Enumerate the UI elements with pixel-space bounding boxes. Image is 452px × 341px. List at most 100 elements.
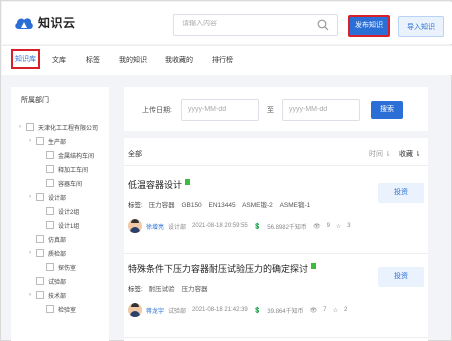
tree-node-label: 设计部 [48, 195, 67, 202]
checkbox[interactable] [36, 193, 44, 201]
tree-node-label: 释加工车间 [58, 167, 89, 174]
list-header: 全部 时间 ⇂ 收藏 ⇂ [124, 138, 428, 166]
checkbox[interactable] [36, 137, 44, 145]
search-button[interactable]: 搜索 [371, 101, 403, 119]
checkbox[interactable] [36, 277, 44, 285]
checkbox[interactable] [36, 249, 44, 257]
tree-node[interactable]: › 设计部 [27, 191, 66, 203]
upload-date-label: 上传日期: [142, 107, 172, 114]
import-knowledge-button[interactable]: 导入知识 [398, 16, 444, 37]
views-count: 7 [323, 307, 327, 313]
nav-item-knowledge-base[interactable]: 知识库 [11, 49, 40, 69]
all-filter[interactable]: 全部 [128, 149, 142, 159]
logo-text: 知识云 [38, 16, 76, 30]
tree-node[interactable]: 容器车间 [46, 177, 82, 189]
tag[interactable]: 压力容器 [149, 202, 175, 209]
publish-knowledge-button[interactable]: 发布知识 [348, 15, 390, 37]
list-item: 特殊条件下压力容器耐压试验压力的确定探讨 标签: 耐压试验 压力容器 蒋龙宇 试… [124, 256, 428, 338]
tree-node-label: 检验室 [58, 307, 77, 314]
tree-node[interactable]: › 生产部 [27, 135, 66, 147]
checkbox[interactable] [46, 263, 54, 271]
nav-item-ranking[interactable]: 排行榜 [212, 55, 233, 65]
tree-node[interactable]: › 技术部 [27, 289, 66, 301]
tag[interactable]: ASME锻-1 [280, 202, 311, 209]
tag[interactable]: GB150 [181, 202, 201, 209]
nav-item-tags[interactable]: 标签 [86, 55, 100, 65]
tree-node[interactable]: 设计2组 [46, 205, 79, 217]
tag[interactable]: 耐压试验 [149, 286, 175, 293]
checkbox[interactable] [46, 207, 54, 215]
sort-by-time[interactable]: 时间 ⇂ [369, 149, 391, 159]
department-title: 所属部门 [21, 97, 49, 104]
tree-node[interactable]: 释加工车间 [46, 163, 88, 175]
author-name[interactable]: 徐增亮 [146, 222, 164, 231]
knowledge-title[interactable]: 低温容器设计 [128, 180, 182, 190]
main-nav: 知识库 文库 标签 我的知识 我收藏的 排行榜 [2, 45, 452, 75]
eye-icon: 👁 [312, 223, 321, 230]
chevron-right-icon[interactable]: › [27, 138, 33, 144]
end-date-field[interactable] [282, 99, 360, 121]
checkbox[interactable] [26, 123, 34, 131]
author-name[interactable]: 蒋龙宇 [146, 306, 164, 315]
checkbox[interactable] [46, 179, 54, 187]
tree-node[interactable]: 探伤室 [46, 261, 76, 273]
chevron-right-icon[interactable]: › [27, 250, 33, 256]
tags-label: 标签: [128, 286, 143, 293]
checkbox[interactable] [46, 151, 54, 159]
tree-node[interactable]: 仿真部 [36, 233, 66, 245]
item-meta: 徐增亮 设计部 2021-08-18 20:59:55 💲 56.8982千知币 … [128, 219, 357, 233]
coin-icon: 💲 [253, 307, 262, 314]
checkbox[interactable] [36, 291, 44, 299]
eye-icon: 👁 [309, 307, 318, 314]
document-icon [311, 263, 317, 269]
star-icon: ☆ [332, 307, 338, 314]
tag[interactable]: ASME锻-2 [242, 202, 273, 209]
tree-node-label: 技术部 [48, 293, 67, 300]
favorites-count: 2 [343, 307, 348, 313]
download-button[interactable]: 投资 [378, 267, 424, 287]
search-input[interactable] [182, 20, 312, 27]
to-label: 至 [267, 107, 274, 114]
tree-node-label: 仿真部 [48, 237, 67, 244]
checkbox[interactable] [46, 221, 54, 229]
download-button[interactable]: 投资 [378, 183, 424, 203]
tag-list: 标签: 压力容器 GB150 EN13445 ASME锻-2 ASME锻-1 [128, 199, 315, 209]
tree-node-label: 生产部 [48, 139, 67, 146]
start-date-input[interactable] [188, 106, 254, 113]
datetime: 2021-08-18 20:59:55 [192, 223, 248, 229]
nav-item-my-knowledge[interactable]: 我的知识 [119, 55, 147, 65]
avatar [128, 303, 142, 317]
end-date-input[interactable] [289, 106, 355, 113]
search-box[interactable] [173, 14, 338, 36]
tag[interactable]: EN13445 [209, 202, 236, 209]
tree-node[interactable]: 设计1组 [46, 219, 79, 231]
checkbox[interactable] [46, 165, 54, 173]
knowledge-title[interactable]: 特殊条件下压力容器耐压试验压力的确定探讨 [128, 264, 308, 274]
start-date-field[interactable] [181, 99, 259, 121]
chevron-right-icon[interactable]: › [27, 194, 33, 200]
knowledge-title-link[interactable]: 低温容器设计 [128, 178, 191, 191]
nav-item-library[interactable]: 文库 [52, 55, 66, 65]
checkbox[interactable] [46, 305, 54, 313]
checkbox[interactable] [36, 235, 44, 243]
views-count: 9 [326, 223, 330, 229]
tree-node[interactable]: 试验部 [36, 275, 66, 287]
tree-node-label: 容器车间 [58, 181, 83, 188]
sort-by-favorite[interactable]: 收藏 ⇂ [399, 149, 421, 159]
tree-node[interactable]: › 天津化工工程有限公司 [17, 121, 98, 133]
department: 设计部 [168, 224, 187, 231]
tags-label: 标签: [128, 202, 143, 209]
tree-node-label: 试验部 [48, 279, 67, 286]
knowledge-title-link[interactable]: 特殊条件下压力容器耐压试验压力的确定探讨 [128, 262, 317, 275]
tree-node-label: 设计2组 [58, 209, 80, 216]
nav-item-my-favorites[interactable]: 我收藏的 [165, 55, 193, 65]
tag[interactable]: 压力容器 [181, 286, 207, 293]
logo[interactable]: 知识云 [14, 14, 76, 31]
tree-node[interactable]: 金属结构车间 [46, 149, 94, 161]
tree-node[interactable]: › 质检部 [27, 247, 66, 259]
chevron-right-icon[interactable]: › [17, 124, 23, 130]
chevron-right-icon[interactable]: › [27, 292, 33, 298]
search-icon[interactable] [317, 19, 329, 31]
tree-node[interactable]: 检验室 [46, 303, 76, 315]
cloud-logo-icon [15, 17, 33, 29]
